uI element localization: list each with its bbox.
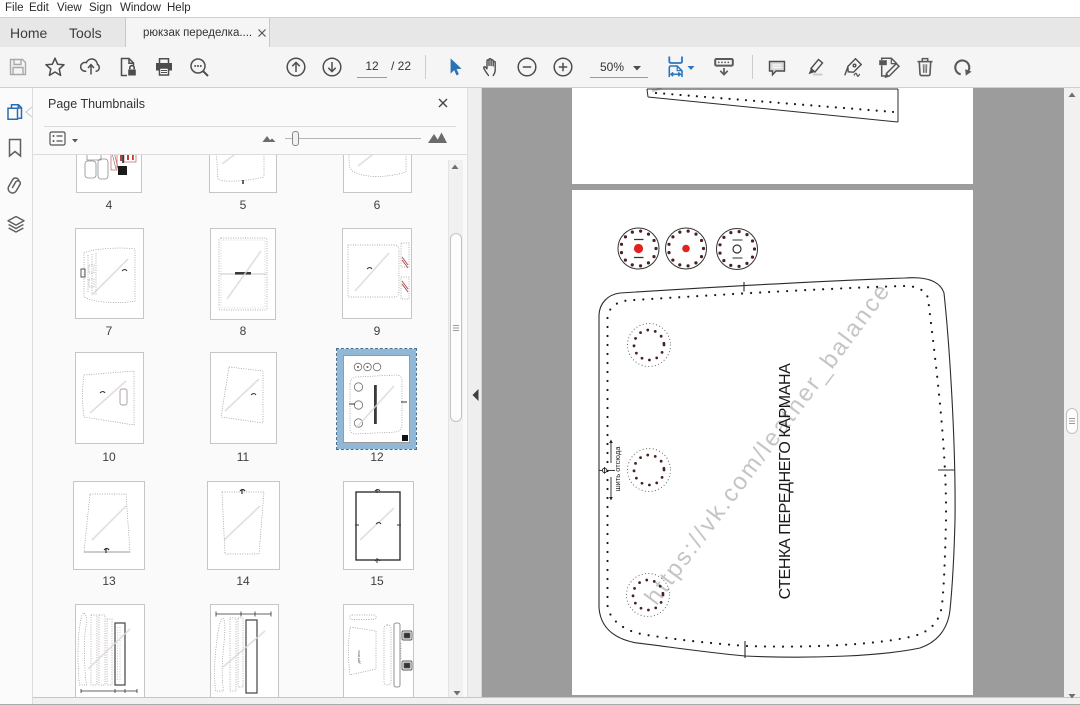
- svg-text:шить отсюда: шить отсюда: [613, 446, 622, 492]
- svg-text:детали: детали: [356, 650, 361, 663]
- svg-text:СТЕНКА ПЕРЕДНЕГО КАРМАНА: СТЕНКА ПЕРЕДНЕГО КАРМАНА: [777, 363, 794, 600]
- svg-text:https://vk.com/leather_balance: https://vk.com/leather_balance: [640, 277, 897, 610]
